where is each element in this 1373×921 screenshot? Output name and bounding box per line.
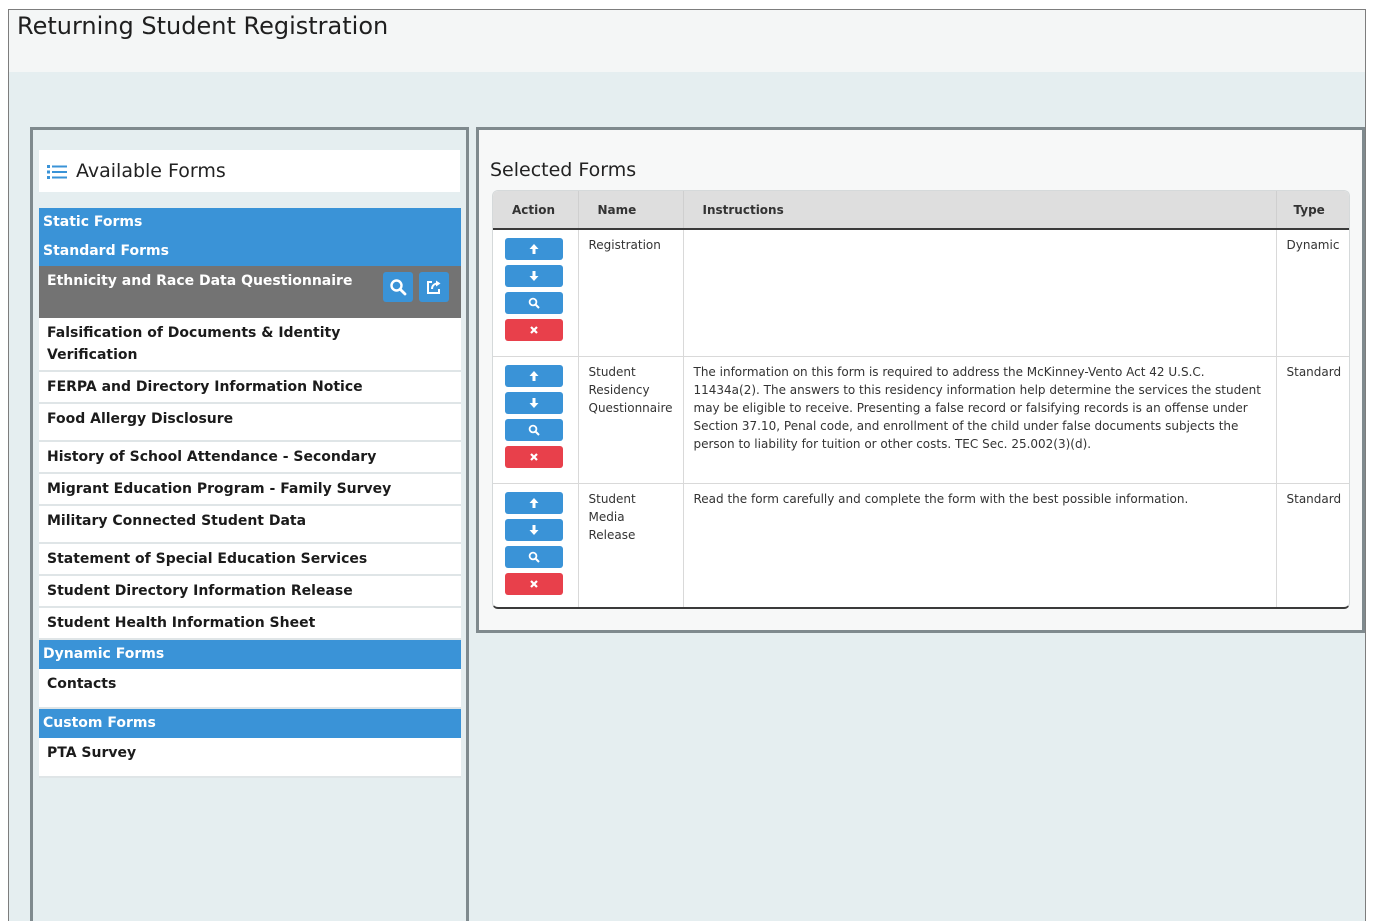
share-icon — [427, 280, 441, 294]
row-instructions: Read the form carefully and complete the… — [683, 483, 1277, 607]
column-header-name: Name — [578, 191, 684, 230]
move-down-button[interactable] — [505, 265, 563, 287]
move-up-button[interactable] — [505, 238, 563, 260]
form-item-label: History of School Attendance - Secondary — [47, 449, 377, 465]
search-icon — [528, 551, 540, 563]
form-item-contacts[interactable]: Contacts — [39, 669, 461, 709]
form-item-label: Ethnicity and Race Data Questionnaire — [47, 273, 353, 289]
form-item-label: PTA Survey — [47, 745, 137, 761]
available-forms-list: Static Forms Standard Forms Ethnicity an… — [39, 208, 461, 778]
section-custom-forms[interactable]: Custom Forms — [39, 709, 461, 738]
arrow-up-icon — [529, 370, 539, 381]
app-frame: Returning Student Registration Available… — [8, 9, 1366, 921]
row-type: Standard — [1276, 356, 1349, 484]
form-item-label: FERPA and Directory Information Notice — [47, 379, 363, 395]
row-instructions: The information on this form is required… — [683, 356, 1277, 484]
form-item-pta-survey[interactable]: PTA Survey — [39, 738, 461, 778]
row-name: Student Residency Questionnaire — [578, 356, 684, 484]
available-forms-title: Available Forms — [76, 160, 226, 182]
search-icon — [528, 297, 540, 309]
table-row: Student Residency Questionnaire The info… — [493, 356, 1349, 484]
row-type: Dynamic — [1276, 229, 1349, 357]
remove-button[interactable] — [505, 445, 563, 468]
row-instructions — [683, 229, 1277, 357]
arrow-up-icon — [529, 497, 539, 508]
remove-button[interactable] — [505, 319, 563, 341]
column-header-type: Type — [1276, 191, 1349, 230]
row-actions — [493, 229, 579, 357]
form-item-migrant-education[interactable]: Migrant Education Program - Family Surve… — [39, 474, 461, 506]
form-item-military-connected[interactable]: Military Connected Student Data — [39, 506, 461, 544]
form-item-special-education[interactable]: Statement of Special Education Services — [39, 544, 461, 576]
add-form-button[interactable] — [419, 272, 449, 302]
form-item-label: Military Connected Student Data — [47, 513, 307, 529]
table-header-row: Action Name Instructions Type — [493, 191, 1349, 230]
move-up-button[interactable] — [505, 364, 563, 387]
column-header-action: Action — [493, 191, 579, 230]
table-row: Student Media Release Read the form care… — [493, 483, 1349, 607]
row-name: Registration — [578, 229, 684, 357]
form-item-falsification[interactable]: Falsification of Documents & Identity Ve… — [39, 318, 461, 372]
form-item-label: Statement of Special Education Services — [47, 551, 368, 567]
selected-forms-panel: Selected Forms Action Name Instructions — [476, 127, 1365, 633]
section-dynamic-forms[interactable]: Dynamic Forms — [39, 640, 461, 669]
section-static-forms[interactable]: Static Forms — [39, 208, 461, 237]
selected-forms-table: Action Name Instructions Type Registrati… — [492, 190, 1350, 609]
preview-form-button[interactable] — [383, 272, 413, 302]
form-item-actions — [383, 272, 449, 302]
row-actions — [493, 483, 579, 607]
content-area: Available Forms Static Forms Standard Fo… — [9, 72, 1365, 921]
preview-button[interactable] — [505, 545, 563, 568]
close-icon — [530, 579, 538, 588]
list-icon — [47, 164, 67, 180]
row-actions — [493, 356, 579, 484]
arrow-down-icon — [529, 524, 539, 535]
form-item-label: Food Allergy Disclosure — [47, 411, 234, 427]
move-up-button[interactable] — [505, 491, 563, 514]
form-item-label: Falsification of Documents & Identity Ve… — [47, 325, 341, 363]
form-item-health-information[interactable]: Student Health Information Sheet — [39, 608, 461, 640]
form-item-ferpa[interactable]: FERPA and Directory Information Notice — [39, 372, 461, 404]
form-item-label: Migrant Education Program - Family Surve… — [47, 481, 392, 497]
search-icon — [528, 424, 540, 436]
close-icon — [530, 326, 538, 334]
section-standard-forms[interactable]: Standard Forms — [39, 237, 461, 266]
arrow-down-icon — [529, 397, 539, 408]
page-title: Returning Student Registration — [17, 12, 389, 40]
form-item-ethnicity-race[interactable]: Ethnicity and Race Data Questionnaire — [39, 266, 461, 318]
form-item-label: Contacts — [47, 676, 117, 692]
selected-forms-title: Selected Forms — [490, 159, 637, 181]
available-forms-panel: Available Forms Static Forms Standard Fo… — [30, 127, 469, 921]
form-item-food-allergy[interactable]: Food Allergy Disclosure — [39, 404, 461, 442]
table-row: Registration Dynamic — [493, 229, 1349, 357]
close-icon — [530, 452, 538, 461]
preview-button[interactable] — [505, 292, 563, 314]
form-item-school-attendance[interactable]: History of School Attendance - Secondary — [39, 442, 461, 474]
preview-button[interactable] — [505, 418, 563, 441]
move-down-button[interactable] — [505, 518, 563, 541]
arrow-up-icon — [529, 244, 539, 254]
column-header-instructions: Instructions — [683, 191, 1277, 230]
arrow-down-icon — [529, 271, 539, 281]
search-icon — [390, 279, 407, 296]
form-item-label: Student Health Information Sheet — [47, 615, 316, 631]
row-type: Standard — [1286, 491, 1342, 506]
available-forms-header: Available Forms — [39, 150, 460, 192]
form-item-label: Student Directory Information Release — [47, 583, 353, 599]
move-down-button[interactable] — [505, 391, 563, 414]
form-item-directory-release[interactable]: Student Directory Information Release — [39, 576, 461, 608]
remove-button[interactable] — [505, 572, 563, 595]
row-name: Student Media Release — [578, 483, 684, 607]
